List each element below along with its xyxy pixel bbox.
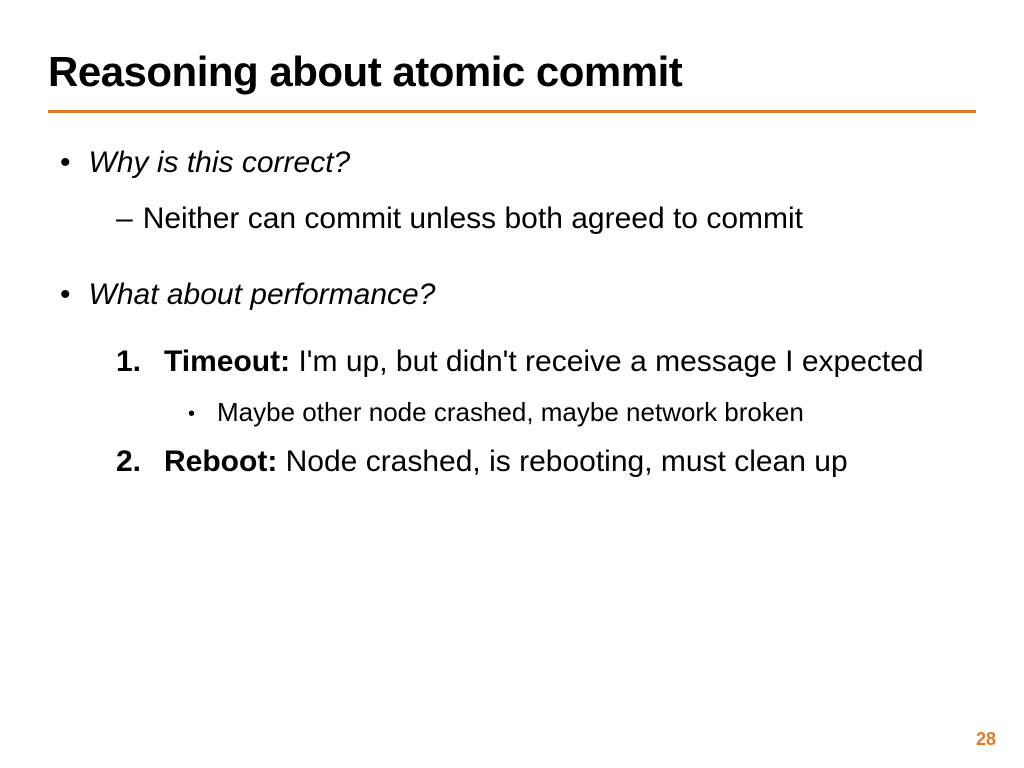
sub-dash-text: Neither can commit unless both agreed to…	[143, 201, 803, 237]
bullet-marker: •	[60, 145, 71, 181]
spacer	[60, 333, 976, 343]
page-number: 28	[976, 729, 996, 750]
bullet-text: What about performance?	[89, 277, 436, 313]
sub-dash-item: – Neither can commit unless both agreed …	[116, 201, 976, 237]
numbered-item: 1. Timeout: I'm up, but didn't receive a…	[116, 343, 976, 381]
bullet-item: • What about performance?	[60, 277, 976, 313]
sub-bullet-item: • Maybe other node crashed, maybe networ…	[188, 397, 976, 429]
bullet-marker: •	[60, 277, 71, 313]
number-marker: 1.	[116, 343, 158, 381]
sub-bullet-text: Maybe other node crashed, maybe network …	[217, 397, 804, 428]
slide-container: Reasoning about atomic commit • Why is t…	[0, 0, 1024, 480]
numbered-item: 2. Reboot: Node crashed, is rebooting, m…	[116, 443, 976, 481]
sub-bullet-marker: •	[188, 399, 195, 429]
numbered-body: Node crashed, is rebooting, must clean u…	[286, 445, 848, 478]
slide-content: • Why is this correct? – Neither can com…	[48, 145, 976, 480]
slide-title: Reasoning about atomic commit	[48, 48, 976, 96]
title-divider	[48, 110, 976, 113]
dash-marker: –	[116, 201, 133, 237]
numbered-text: Timeout: I'm up, but didn't receive a me…	[164, 343, 924, 381]
numbered-label: Timeout:	[164, 345, 298, 378]
numbered-body: I'm up, but didn't receive a message I e…	[298, 345, 923, 378]
numbered-text: Reboot: Node crashed, is rebooting, must…	[164, 443, 848, 481]
number-marker: 2.	[116, 443, 158, 481]
numbered-label: Reboot:	[164, 445, 286, 478]
bullet-text: Why is this correct?	[89, 145, 351, 181]
bullet-item: • Why is this correct?	[60, 145, 976, 181]
